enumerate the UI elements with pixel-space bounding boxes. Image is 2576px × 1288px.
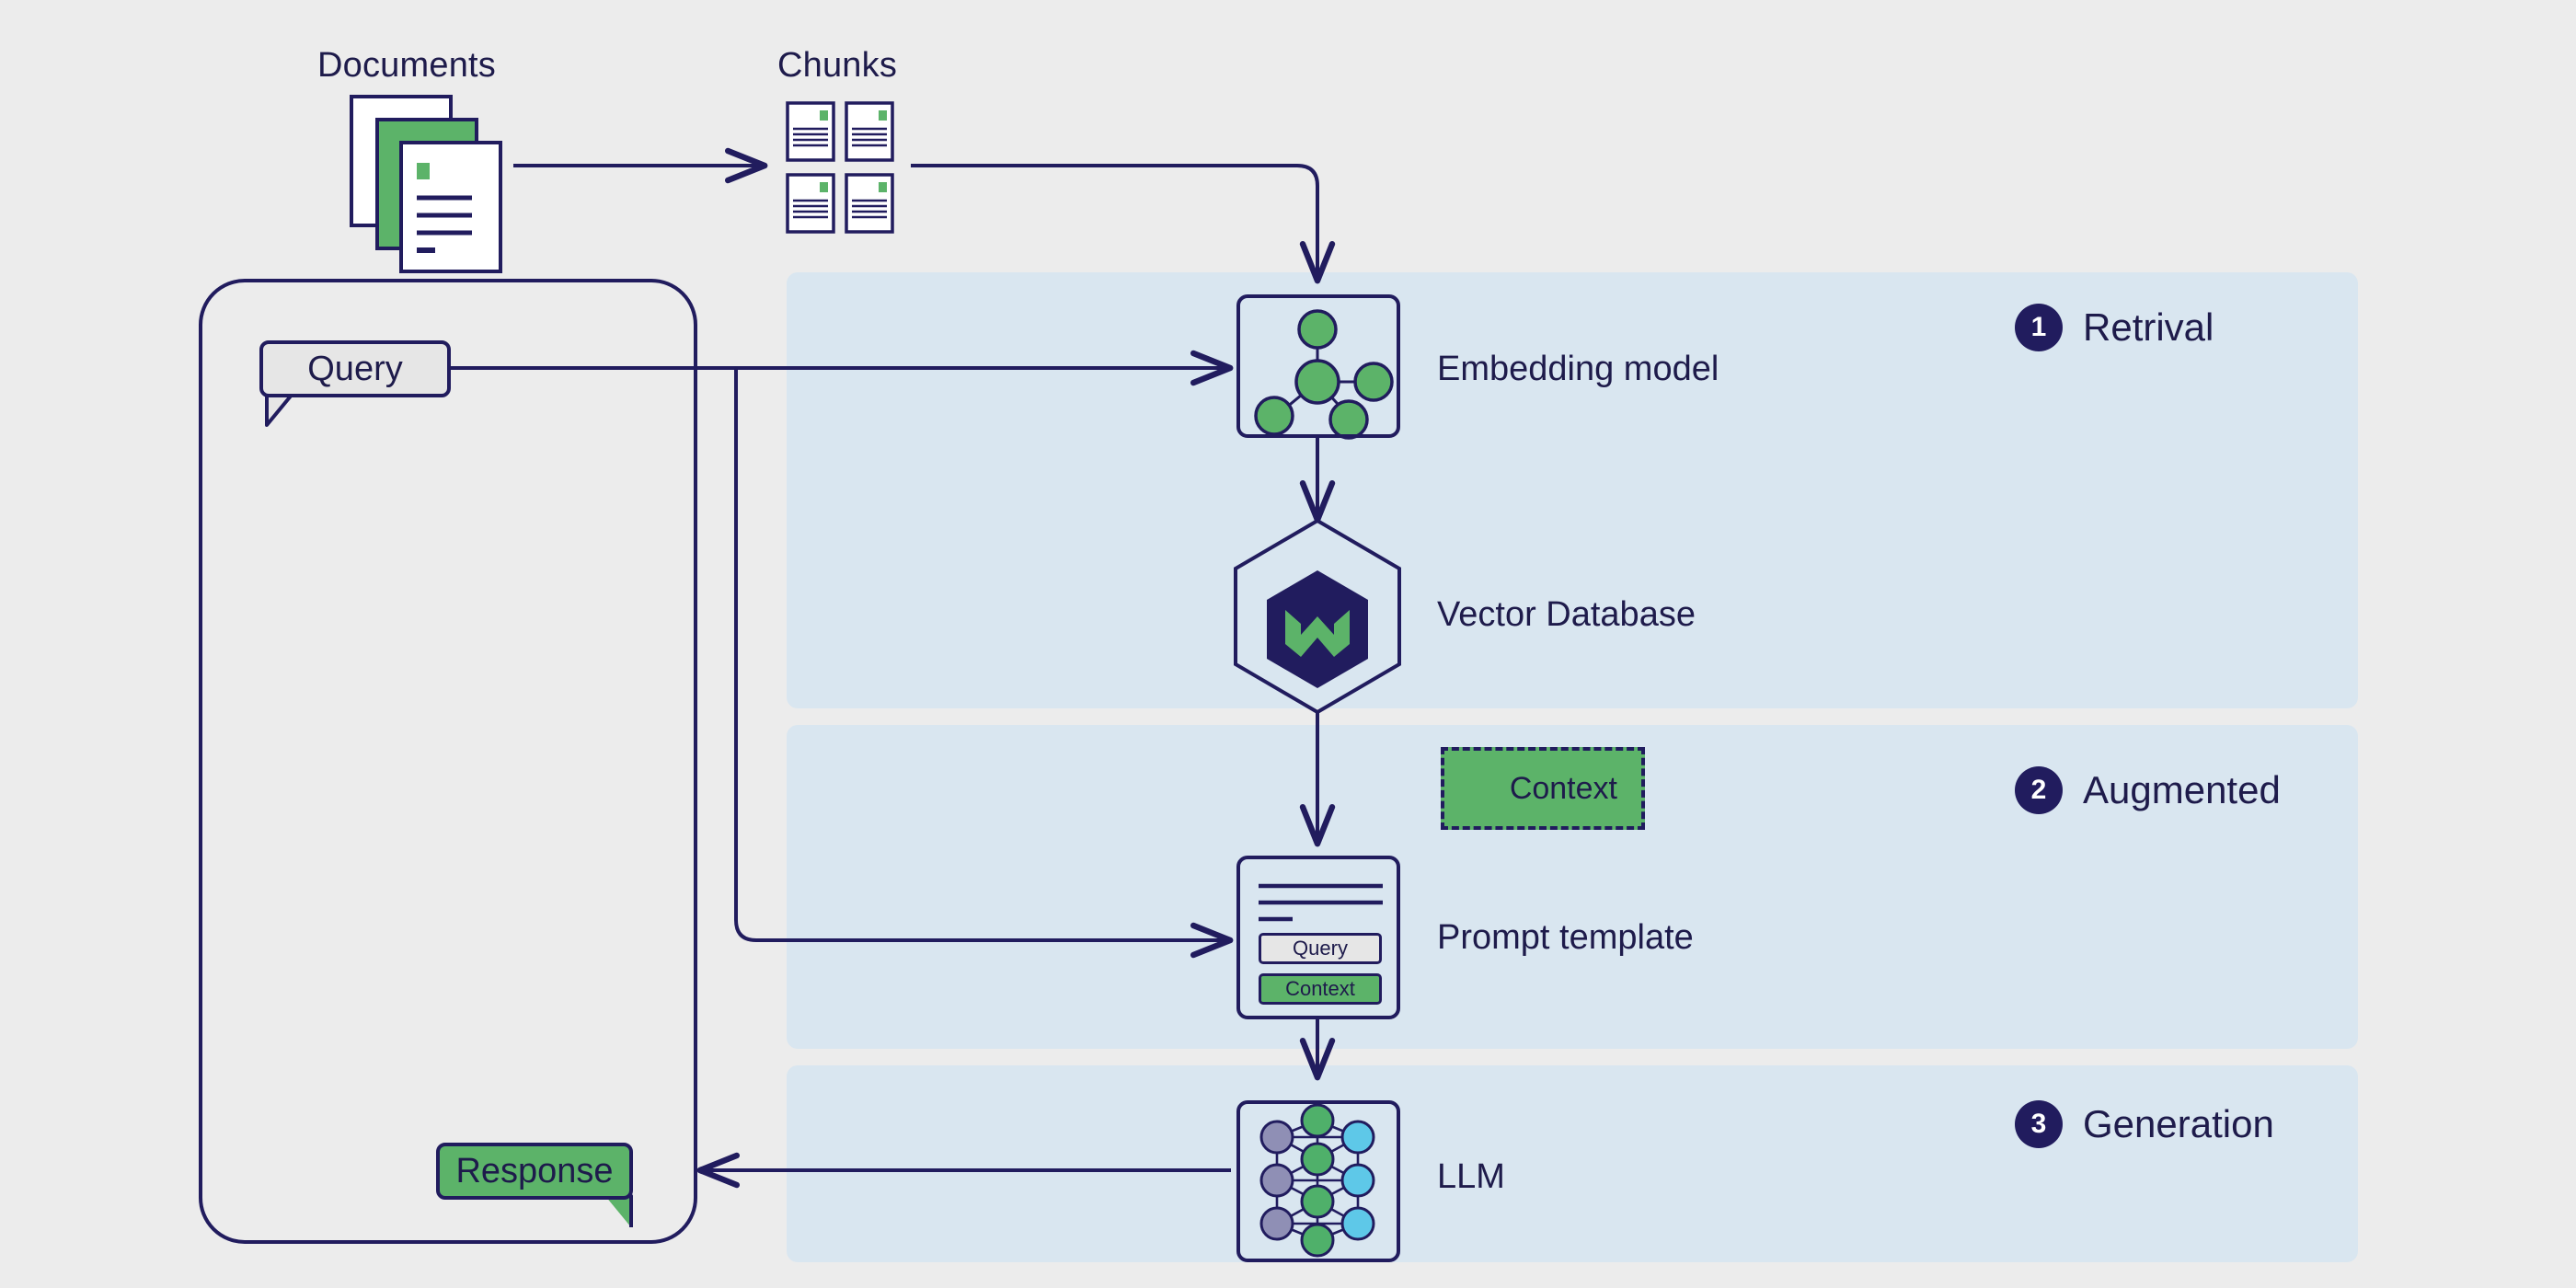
- prompt-template-context-slot[interactable]: Context: [1259, 973, 1382, 1005]
- stage-number: 3: [2015, 1100, 2063, 1148]
- query-bubble-label: Query: [307, 349, 403, 388]
- stage-number: 1: [2015, 304, 2063, 351]
- vector-database-label: Vector Database: [1437, 595, 1696, 634]
- arrow-chunks-to-embedding: [911, 164, 1336, 284]
- query-bubble[interactable]: Query: [259, 340, 451, 397]
- embedding-model-label: Embedding model: [1437, 350, 1719, 388]
- response-bubble-tail: [605, 1194, 633, 1227]
- embedding-model-box[interactable]: [1236, 294, 1400, 438]
- chunks-caption: Chunks: [777, 46, 898, 85]
- llm-label: LLM: [1437, 1157, 1505, 1196]
- prompt-slot-label: Query: [1293, 937, 1348, 960]
- stage-label: Augmented: [2083, 768, 2281, 811]
- stage-label: Generation: [2083, 1102, 2274, 1145]
- prompt-slot-label: Context: [1285, 977, 1355, 1000]
- stage-number: 2: [2015, 766, 2063, 814]
- documents-caption: Documents: [317, 46, 496, 85]
- stage-label: Retrival: [2083, 305, 2214, 349]
- prompt-template-query-slot[interactable]: Query: [1259, 933, 1382, 964]
- response-bubble[interactable]: Response: [436, 1143, 633, 1200]
- stage-panel-generation: [787, 1065, 2358, 1262]
- context-chip[interactable]: Context: [1441, 747, 1645, 830]
- rag-diagram-canvas: Documents Chunks Query Context Context E…: [0, 0, 2576, 1288]
- stage-badge-generation: 3 Generation: [2015, 1100, 2274, 1148]
- prompt-template-label: Prompt template: [1437, 918, 1694, 957]
- user-session-container: [199, 279, 697, 1244]
- documents-stack-icon: [350, 95, 502, 273]
- chunks-grid-icon: [786, 101, 894, 234]
- llm-box[interactable]: [1236, 1100, 1400, 1262]
- stage-badge-retrieval: 1 Retrival: [2015, 304, 2214, 351]
- context-chip-label: Context: [1509, 770, 1617, 806]
- response-bubble-label: Response: [455, 1151, 614, 1190]
- query-bubble-tail: [265, 392, 294, 427]
- stage-badge-augmented: 2 Augmented: [2015, 766, 2281, 814]
